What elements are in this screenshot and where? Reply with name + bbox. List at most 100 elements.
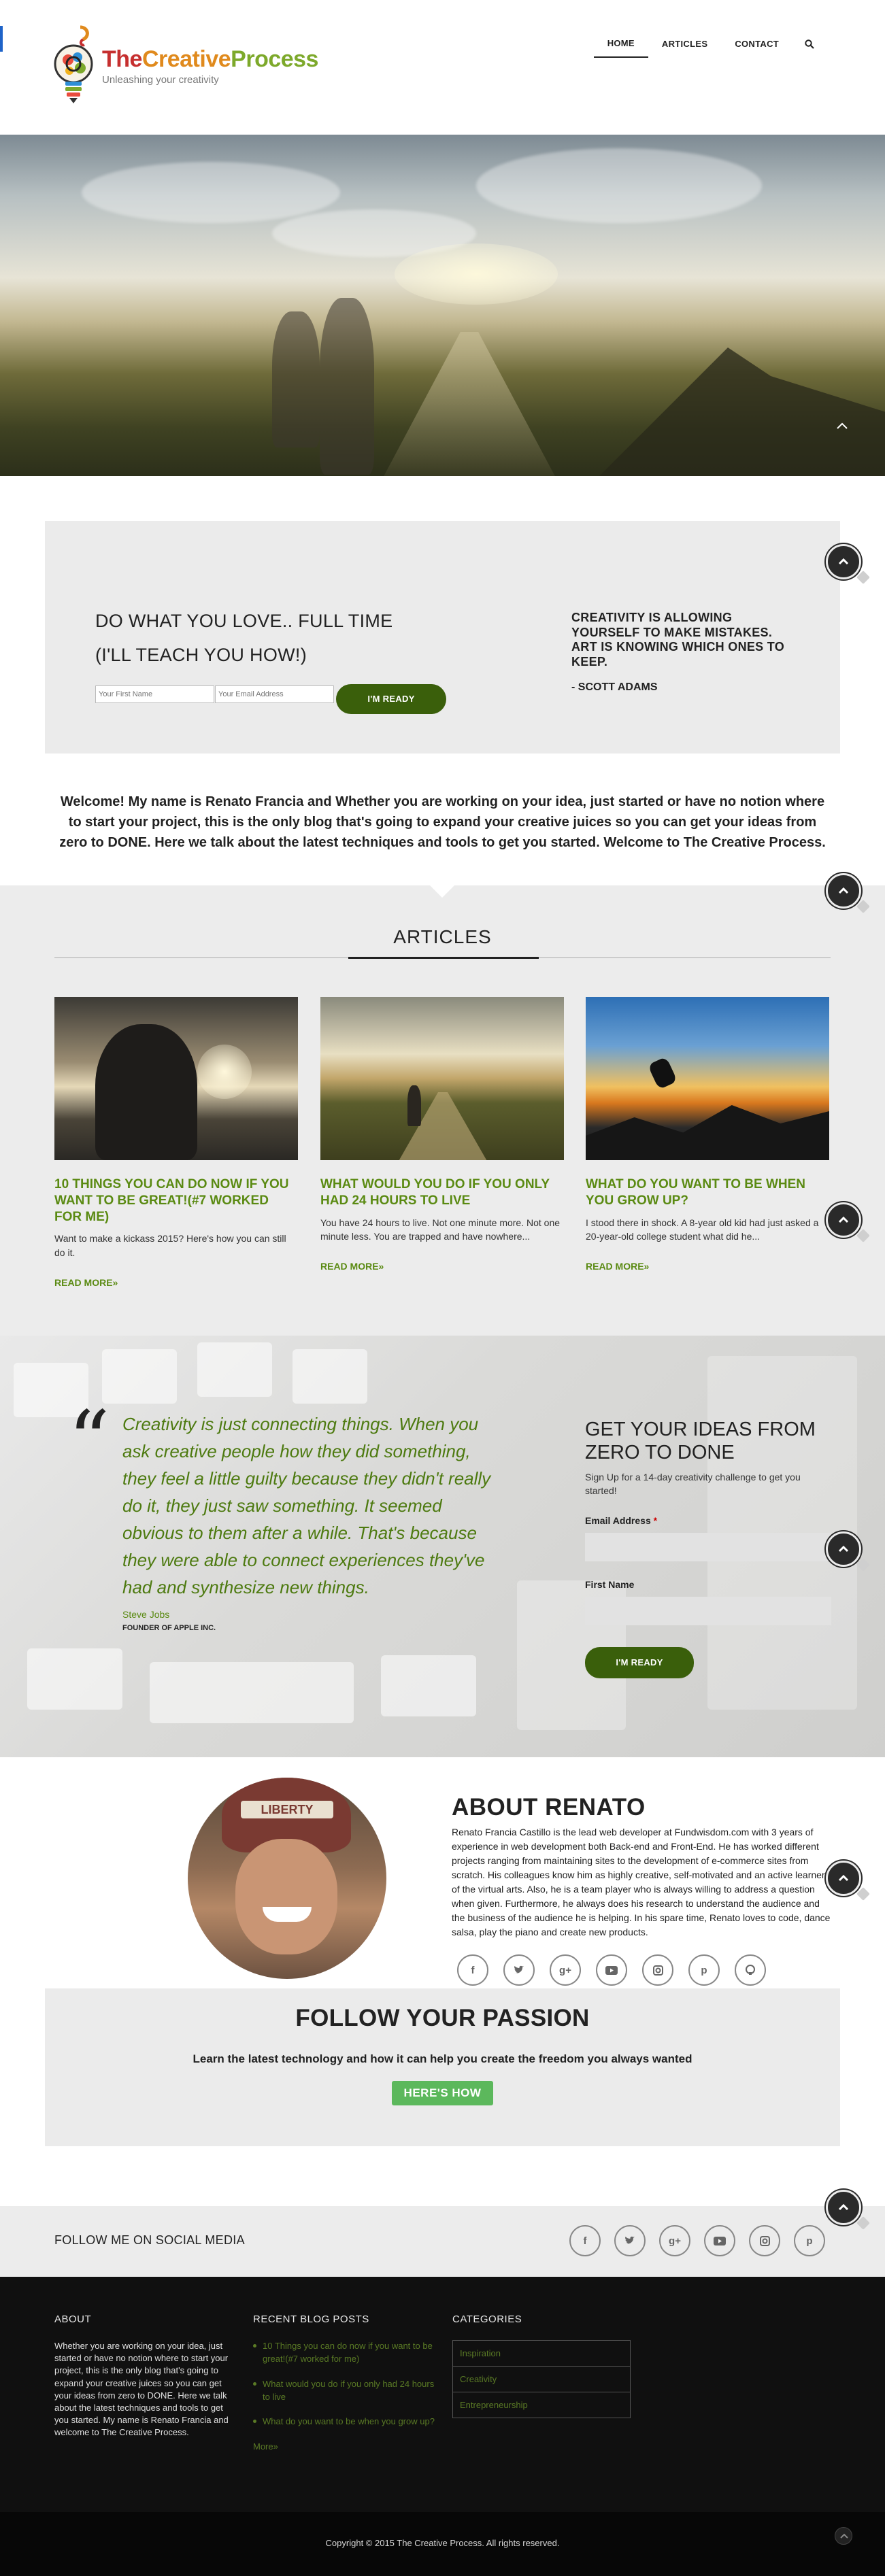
logo-title-part2: Creative [141,46,231,72]
youtube-icon[interactable] [596,1954,627,1986]
article-excerpt: I stood there in shock. A 8-year old kid… [586,1217,819,1242]
site-logo[interactable]: TheCreativeProcess Unleashing your creat… [53,22,318,110]
about-title: ABOUT RENATO [452,1794,646,1820]
article-title[interactable]: WHAT WOULD YOU DO IF YOU ONLY HAD 24 HOU… [320,1176,564,1209]
heres-how-button[interactable]: HERE'S HOW [391,2081,494,2105]
twitter-icon[interactable] [503,1954,535,1986]
article-image-mountains [586,1105,829,1160]
footer-post-link[interactable]: What would you do if you only had 24 hou… [253,2378,437,2404]
scroll-top-button[interactable] [826,1202,861,1238]
optin-submit-button[interactable]: I'M READY [336,684,446,714]
signup-first-name-input[interactable] [585,1597,831,1626]
articles-section: ARTICLES 10 THINGS YOU CAN DO NOW IF YOU… [0,885,885,1336]
nav-home[interactable]: HOME [593,38,648,58]
lightbulb-logo-icon [53,22,97,110]
pinterest-icon[interactable]: p [688,1954,720,1986]
social-strip-icons: f g+ p [569,2225,825,2256]
youtube-icon[interactable] [704,2225,735,2256]
article-image[interactable] [320,997,564,1160]
main-nav: HOME ARTICLES CONTACT [593,38,814,58]
facebook-icon[interactable]: f [457,1954,488,1986]
avatar-smile [263,1907,312,1922]
section-notch [430,885,454,898]
featured-quote-role: FOUNDER OF APPLE INC. [122,1624,216,1632]
footer-about-text: Whether you are working on your idea, ju… [54,2341,229,2438]
nav-articles[interactable]: ARTICLES [648,39,721,57]
footer-bottom-bar: Copyright © 2015 The Creative Process. A… [0,2512,885,2576]
article-image[interactable] [586,997,829,1160]
background-key [27,1648,122,1710]
site-footer: ABOUT Whether you are working on your id… [0,2277,885,2512]
scroll-top-button[interactable] [826,1861,861,1896]
footer-posts-list: 10 Things you can do now if you want to … [253,2340,437,2428]
featured-quote: Creativity is just connecting things. Wh… [122,1414,491,1598]
optin-email-input[interactable] [215,685,334,703]
read-more-link[interactable]: READ MORE» [320,1261,564,1272]
optin-section: DO WHAT YOU LOVE.. FULL TIME (I'LL TEACH… [0,476,885,753]
instagram-icon[interactable] [749,2225,780,2256]
logo-tagline: Unleashing your creativity [102,74,219,86]
scroll-top-icon[interactable] [835,2527,852,2545]
about-section: LIBERTY ABOUT RENATO Renato Francia Cast… [0,1757,885,1988]
required-marker: * [653,1515,658,1527]
hero-cloud [476,148,762,223]
footer-category-link[interactable]: Creativity [453,2367,630,2392]
github-icon[interactable] [735,1954,766,1986]
article-image-person [95,1024,197,1160]
scroll-top-button[interactable] [826,1531,861,1567]
scroll-top-button[interactable] [826,2190,861,2225]
google-plus-icon[interactable]: g+ [659,2225,690,2256]
footer-category-link[interactable]: Inspiration [453,2341,630,2367]
footer-recent-posts: RECENT BLOG POSTS 10 Things you can do n… [253,2314,437,2453]
scroll-top-button[interactable] [826,873,861,909]
hero-figure-standing [320,298,374,475]
search-icon[interactable] [805,39,814,49]
optin-quote-text: CREATIVITY IS ALLOWING YOURSELF TO MAKE … [571,611,785,668]
chevron-up-icon[interactable] [833,418,851,435]
facebook-icon[interactable]: f [569,2225,601,2256]
hero-sun [395,243,558,305]
logo-title: TheCreativeProcess [102,46,318,73]
article-card: WHAT WOULD YOU DO IF YOU ONLY HAD 24 HOU… [320,997,564,1272]
footer-post-link[interactable]: 10 Things you can do now if you want to … [253,2340,437,2366]
logo-title-part3: Process [231,46,318,72]
social-strip: FOLLOW ME ON SOCIAL MEDIA f g+ p [0,2206,885,2277]
read-more-link[interactable]: READ MORE» [586,1261,829,1272]
featured-quote-author: Steve Jobs [122,1609,170,1620]
optin-quote: CREATIVITY IS ALLOWING YOURSELF TO MAKE … [571,611,796,694]
article-image-jumper [647,1056,678,1090]
signup-heading: GET YOUR IDEAS FROM ZERO TO DONE [585,1419,816,1463]
hero-mountain [599,348,885,476]
article-card: WHAT DO YOU WANT TO BE WHEN YOU GROW UP?… [586,997,829,1272]
background-key [102,1349,177,1404]
footer-about-title: ABOUT [54,2314,92,2325]
passion-subtitle: Learn the latest technology and how it c… [193,2052,692,2065]
nav-contact[interactable]: CONTACT [721,39,792,57]
footer-more-link[interactable]: More» [253,2441,278,2452]
article-title[interactable]: WHAT DO YOU WANT TO BE WHEN YOU GROW UP? [586,1176,829,1209]
optin-first-name-input[interactable] [95,685,214,703]
quote-mark-icon: “ [68,1394,110,1489]
read-more-link[interactable]: READ MORE» [54,1277,298,1288]
article-card: 10 THINGS YOU CAN DO NOW IF YOU WANT TO … [54,997,298,1288]
article-image[interactable] [54,997,298,1160]
passion-title: FOLLOW YOUR PASSION [295,2005,590,2031]
hero-cloud [82,162,340,223]
email-label: Email Address * [585,1515,831,1526]
footer-categories-list: Inspiration Creativity Entrepreneurship [452,2340,631,2418]
footer-post-link[interactable]: What do you want to be when you grow up? [253,2416,437,2428]
twitter-icon[interactable] [614,2225,646,2256]
google-plus-icon[interactable]: g+ [550,1954,581,1986]
footer-category-link[interactable]: Entrepreneurship [453,2392,630,2418]
pinterest-icon[interactable]: p [794,2225,825,2256]
signup-email-input[interactable] [585,1533,831,1562]
footer-posts-title: RECENT BLOG POSTS [253,2314,369,2325]
instagram-icon[interactable] [642,1954,673,1986]
background-key [293,1349,367,1404]
optin-heading: DO WHAT YOU LOVE.. FULL TIME [95,611,393,631]
article-title[interactable]: 10 THINGS YOU CAN DO NOW IF YOU WANT TO … [54,1176,298,1225]
scroll-top-button[interactable] [826,544,861,579]
signup-submit-button[interactable]: I'M READY [585,1647,694,1679]
hero-figure-jumping [272,311,320,447]
hero-banner [0,135,885,476]
